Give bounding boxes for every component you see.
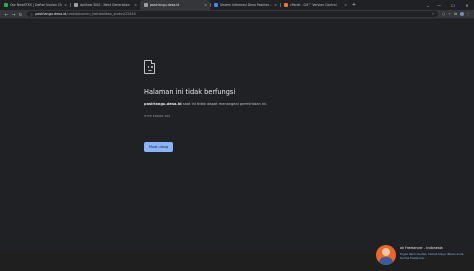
tab-favicon-icon: [214, 3, 218, 7]
tab-strip: Opr NewSTKS | Daftar Usulan Ch × Aplikas…: [0, 0, 474, 10]
tab-sistem-informasi-desa[interactable]: Sistem Informasi Desa Pasirlangu ×: [210, 0, 280, 10]
profile-avatar[interactable]: [459, 11, 464, 17]
reload-button[interactable]: Muat ulang: [144, 142, 174, 152]
error-panel: Halaman ini tidak berfungsi pasirlangu.d…: [144, 59, 324, 152]
tab-title: Aplikasi SIKS - Next Generation: [80, 3, 130, 7]
error-code: HTTP ERROR 500: [144, 114, 171, 118]
menu-kebab-icon[interactable]: ⋮: [465, 12, 471, 17]
minimize-icon[interactable]: —: [432, 3, 446, 8]
tab-close-icon[interactable]: ×: [133, 3, 137, 7]
browser-toolbar: ← → ↻ ⓘ pasirlangu.desa.id /umkdokumen_k…: [0, 10, 474, 19]
tab-close-icon[interactable]: ×: [203, 3, 207, 7]
error-title: Halaman ini tidak berfungsi: [144, 88, 236, 96]
tab-title: cPanel - Git™ Version Control: [290, 3, 337, 7]
bookmark-star-icon[interactable]: ☆: [431, 12, 434, 16]
url-path: /umkdokumen_kembalikan_status/22445: [66, 12, 136, 16]
extensions-puzzle-icon[interactable]: ⧉: [453, 12, 459, 17]
close-window-icon[interactable]: ✕: [460, 3, 474, 8]
tab-search-icon[interactable]: ⌄: [424, 3, 432, 8]
back-icon[interactable]: ←: [3, 12, 10, 17]
tab-close-icon[interactable]: ×: [63, 3, 67, 7]
new-tab-button[interactable]: +: [350, 2, 358, 8]
address-bar[interactable]: ⓘ pasirlangu.desa.id /umkdokumen_kembali…: [27, 10, 438, 18]
toast-header: ak Freelancer - Indonesia: [400, 246, 443, 250]
tab-favicon-icon: [144, 3, 148, 7]
error-host: pasirlangu.desa.id: [144, 102, 182, 106]
forward-icon[interactable]: →: [10, 12, 17, 17]
sad-document-icon: [144, 59, 156, 74]
tab-aplikasi-siks[interactable]: Aplikasi SIKS - Next Generation ×: [70, 0, 140, 10]
tab-cpanel-git[interactable]: cPanel - Git™ Version Control ×: [280, 0, 350, 10]
tab-favicon-icon: [74, 3, 78, 7]
error-description-text: saat ini tidak dapat menangani permintaa…: [181, 102, 268, 106]
tab-pasirlangu[interactable]: pasirlangu.desa.id ×: [140, 0, 210, 10]
notification-toast[interactable]: ak Freelancer - Indonesia Tugas lebih mu…: [372, 240, 474, 271]
tab-title: Opr NewSTKS | Daftar Usulan Ch: [10, 3, 63, 7]
site-info-icon[interactable]: ⓘ: [30, 12, 33, 17]
toast-message[interactable]: Tugas lebih mudah, hemat biaya. Bisnis a…: [400, 252, 472, 261]
reload-icon[interactable]: ↻: [17, 12, 24, 17]
tab-title: pasirlangu.desa.id: [150, 3, 180, 7]
tab-favicon-icon: [284, 3, 288, 7]
maximize-icon[interactable]: ☐: [446, 3, 460, 8]
url-host: pasirlangu.desa.id: [35, 12, 67, 16]
tab-favicon-icon: [4, 3, 8, 7]
tab-close-icon[interactable]: ×: [273, 3, 277, 7]
avatar: [376, 245, 396, 265]
error-description: pasirlangu.desa.id saat ini tidak dapat …: [144, 102, 324, 106]
page-content: Halaman ini tidak berfungsi pasirlangu.d…: [0, 20, 474, 265]
window-controls: — ☐ ✕: [432, 0, 474, 10]
tab-opr-newstks[interactable]: Opr NewSTKS | Daftar Usulan Ch ×: [0, 0, 70, 10]
tab-close-icon[interactable]: ×: [343, 3, 347, 7]
extensions-area: ⬡ ✧ ⧉ ⋮: [441, 11, 472, 17]
tab-title: Sistem Informasi Desa Pasirlangu: [220, 3, 273, 7]
